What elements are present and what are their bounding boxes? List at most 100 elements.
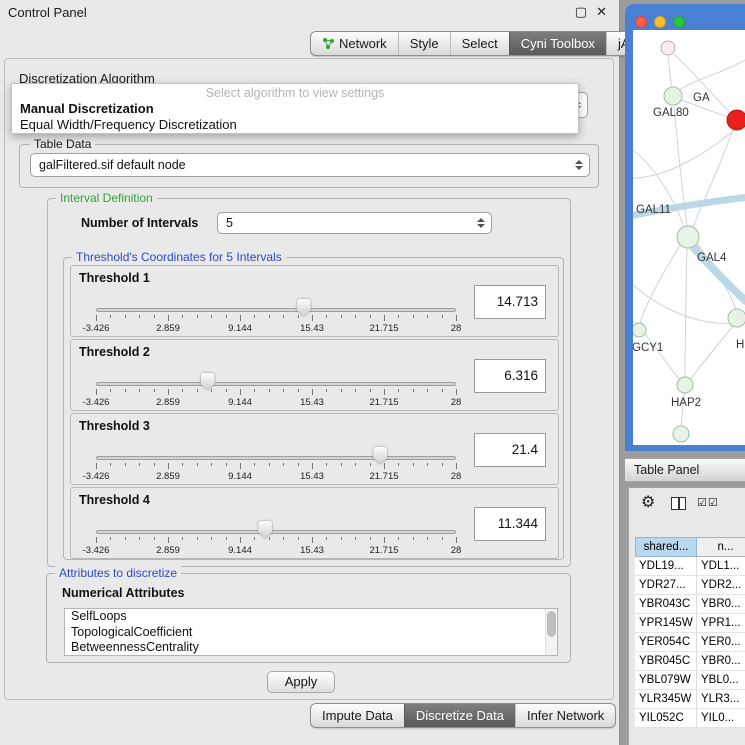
slider-tick xyxy=(254,537,255,540)
list-scrollbar[interactable] xyxy=(545,609,557,655)
node-bottom[interactable] xyxy=(673,426,689,442)
cell-name[interactable]: YDL1... xyxy=(697,557,745,575)
cell-name[interactable]: YER0... xyxy=(697,633,745,651)
cell-shared-name[interactable]: YER054C xyxy=(635,633,697,651)
slider-thumb[interactable] xyxy=(297,299,311,316)
cell-name[interactable]: YPR1... xyxy=(697,614,745,632)
network-icon xyxy=(322,37,335,50)
cell-shared-name[interactable]: YIL052C xyxy=(635,709,697,727)
close-icon[interactable]: ✕ xyxy=(596,4,607,20)
attribute-list-item[interactable]: TopologicalCoefficient xyxy=(65,625,557,641)
apply-button[interactable]: Apply xyxy=(267,671,335,693)
attribute-list-item[interactable]: BetweennessCentrality xyxy=(65,640,557,656)
cell-shared-name[interactable]: YBR045C xyxy=(635,652,697,670)
slider-track[interactable] xyxy=(96,382,456,386)
scrollbar-thumb[interactable] xyxy=(547,611,556,637)
table-row[interactable]: YBR045CYBR0... xyxy=(635,652,745,671)
threshold-slider-2[interactable]: -3.4262.8599.14415.4321.71528 xyxy=(96,370,456,410)
table-row[interactable]: YDR27...YDR2... xyxy=(635,576,745,595)
network-edge[interactable] xyxy=(633,128,737,178)
threshold-value-field[interactable]: 11.344 xyxy=(474,507,546,541)
slider-scale-label: 2.859 xyxy=(156,545,180,556)
table-row[interactable]: YDL19...YDL1... xyxy=(635,557,745,576)
table-row[interactable]: YBL079WYBL0... xyxy=(635,671,745,690)
slider-track[interactable] xyxy=(96,530,456,534)
threshold-slider-3[interactable]: -3.4262.8599.14415.4321.71528 xyxy=(96,444,456,484)
table-row[interactable]: YIL052CYIL0... xyxy=(635,709,745,728)
cell-name[interactable]: YBR0... xyxy=(697,652,745,670)
slider-thumb-shape[interactable] xyxy=(373,447,387,464)
zoom-traffic-icon[interactable] xyxy=(673,16,685,28)
table-row[interactable]: YER054CYER0... xyxy=(635,633,745,652)
attributes-group: Attributes to discretize Numerical Attri… xyxy=(46,573,571,663)
slider-thumb-shape[interactable] xyxy=(297,299,311,316)
cell-name[interactable]: YLR3... xyxy=(697,690,745,708)
threshold-value-field[interactable]: 14.713 xyxy=(474,285,546,319)
attribute-list-item[interactable]: SelfLoops xyxy=(65,609,557,625)
cell-name[interactable]: YBR0... xyxy=(697,595,745,613)
dropdown-option-manual-discretization[interactable]: Manual Discretization xyxy=(20,101,154,116)
gear-icon[interactable]: ⚙ xyxy=(641,492,655,512)
network-edge[interactable] xyxy=(685,248,687,377)
network-edge[interactable] xyxy=(645,334,680,380)
slider-track[interactable] xyxy=(96,308,456,312)
minimize-traffic-icon[interactable] xyxy=(654,16,666,28)
network-edge[interactable] xyxy=(693,129,733,228)
slider-thumb[interactable] xyxy=(258,521,272,538)
threshold-slider-1[interactable]: -3.4262.8599.14415.4321.71528 xyxy=(96,296,456,336)
node-label-gal11: GAL11 xyxy=(636,204,671,216)
threshold-value-field[interactable]: 21.4 xyxy=(474,433,546,467)
network-edge[interactable] xyxy=(689,242,745,302)
slider-thumb-shape[interactable] xyxy=(258,521,272,538)
tab-infer-network[interactable]: Infer Network xyxy=(515,704,615,727)
table-row[interactable]: YPR145WYPR1... xyxy=(635,614,745,633)
tab-network[interactable]: Network xyxy=(311,32,398,55)
node-gal80[interactable] xyxy=(664,87,682,105)
float-window-icon[interactable]: ▢ xyxy=(575,4,587,20)
node-hap2[interactable] xyxy=(677,377,693,393)
cell-shared-name[interactable]: YBR043C xyxy=(635,595,697,613)
tab-style[interactable]: Style xyxy=(398,32,450,55)
close-traffic-icon[interactable] xyxy=(635,16,647,28)
node-top[interactable] xyxy=(661,41,675,55)
slider-tick xyxy=(355,537,356,540)
column-header-n[interactable]: n... xyxy=(697,537,745,557)
table-data-combobox[interactable]: galFiltered.sif default node xyxy=(30,153,590,177)
dropdown-option-equal-width-frequency[interactable]: Equal Width/Frequency Discretization xyxy=(20,117,237,132)
number-of-intervals-combobox[interactable]: 5 xyxy=(217,212,492,234)
slider-thumb-shape[interactable] xyxy=(201,373,215,390)
slider-thumb[interactable] xyxy=(201,373,215,390)
slider-track[interactable] xyxy=(96,456,456,460)
cell-shared-name[interactable]: YLR345W xyxy=(635,690,697,708)
threshold-value-field[interactable]: 6.316 xyxy=(474,359,546,393)
cell-shared-name[interactable]: YPR145W xyxy=(635,614,697,632)
select-columns-icon[interactable]: ☑☑ xyxy=(697,496,719,509)
threshold-slider-4[interactable]: -3.4262.8599.14415.4321.71528 xyxy=(96,518,456,558)
node-right[interactable] xyxy=(728,309,745,327)
cell-shared-name[interactable]: YDL19... xyxy=(635,557,697,575)
tab-discretize-data[interactable]: Discretize Data xyxy=(404,704,515,727)
tab-select[interactable]: Select xyxy=(450,32,509,55)
tab-impute-data[interactable]: Impute Data xyxy=(311,704,404,727)
node-gcy1[interactable] xyxy=(633,323,646,337)
network-canvas[interactable]: GAL80GAGAL11GAL4GCY1HHAP2 xyxy=(633,30,745,445)
column-header-shared[interactable]: shared... xyxy=(635,537,697,557)
table-row[interactable]: YLR345WYLR3... xyxy=(635,690,745,709)
network-edge[interactable] xyxy=(690,326,733,380)
network-edge[interactable] xyxy=(680,60,745,90)
slider-thumb[interactable] xyxy=(373,447,387,464)
cell-shared-name[interactable]: YBL079W xyxy=(635,671,697,689)
slider-tick xyxy=(269,389,270,392)
cell-name[interactable]: YDR2... xyxy=(697,576,745,594)
node-red[interactable] xyxy=(727,110,745,130)
cell-shared-name[interactable]: YDR27... xyxy=(635,576,697,594)
slider-scale-label: -3.426 xyxy=(83,545,110,556)
cell-name[interactable]: YIL0... xyxy=(697,709,745,727)
cell-name[interactable]: YBL0... xyxy=(697,671,745,689)
dropdown-placeholder-item[interactable]: Select algorithm to view settings xyxy=(12,86,578,100)
table-row[interactable]: YBR043CYBR0... xyxy=(635,595,745,614)
columns-icon[interactable] xyxy=(671,497,686,510)
network-edge[interactable] xyxy=(668,55,672,87)
tab-cyni-toolbox[interactable]: Cyni Toolbox xyxy=(509,32,606,55)
node-gal4[interactable] xyxy=(677,226,699,248)
